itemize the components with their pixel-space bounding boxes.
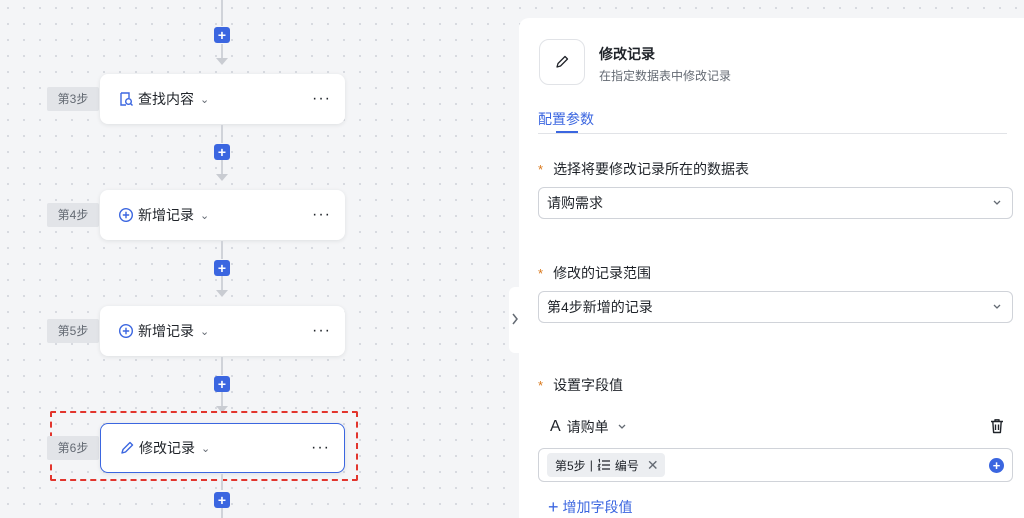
step-card-6[interactable]: 修改记录 ⌄ ··· bbox=[100, 423, 345, 473]
add-step-button[interactable]: + bbox=[214, 144, 230, 160]
delete-icon[interactable] bbox=[988, 417, 1006, 435]
step-tag: 第6步 bbox=[47, 436, 99, 460]
chevron-down-icon[interactable]: ⌄ bbox=[200, 325, 209, 338]
step-title: 查找内容 bbox=[138, 91, 194, 107]
step-tag: 第5步 bbox=[47, 319, 99, 343]
table-select[interactable]: 请购需求 bbox=[538, 187, 1013, 219]
table-label: * 选择将要修改记录所在的数据表 bbox=[538, 159, 749, 179]
pencil-icon bbox=[556, 55, 569, 68]
chevron-right-icon bbox=[512, 313, 518, 325]
field-value-input[interactable]: 第5步 | 编号 ✕ + bbox=[538, 448, 1013, 482]
arrow-down-icon bbox=[216, 290, 228, 297]
step-tag: 第3步 bbox=[47, 87, 99, 111]
field-selector[interactable]: A 请购单 bbox=[550, 417, 627, 437]
connector-line bbox=[221, 508, 223, 518]
step-title: 新增记录 bbox=[138, 207, 194, 223]
pencil-icon bbox=[119, 440, 135, 456]
connector-line bbox=[221, 0, 223, 26]
panel-subtitle: 在指定数据表中修改记录 bbox=[599, 69, 732, 83]
range-label: * 修改的记录范围 bbox=[538, 263, 651, 283]
connector-line bbox=[221, 474, 223, 490]
connector-line bbox=[221, 357, 223, 375]
more-options-icon[interactable]: ··· bbox=[312, 206, 331, 224]
more-options-icon[interactable]: ··· bbox=[311, 439, 330, 457]
plus-circle-icon bbox=[118, 323, 134, 339]
arrow-down-icon bbox=[216, 174, 228, 181]
fields-label: * 设置字段值 bbox=[538, 375, 623, 395]
add-field-value-button[interactable]: + 增加字段值 bbox=[548, 497, 633, 517]
range-select[interactable]: 第4步新增的记录 bbox=[538, 291, 1013, 323]
step-tag: 第4步 bbox=[47, 203, 99, 227]
connector-line bbox=[221, 241, 223, 259]
reference-chip[interactable]: 第5步 | 编号 ✕ bbox=[547, 453, 665, 477]
connector-line bbox=[221, 125, 223, 143]
more-options-icon[interactable]: ··· bbox=[312, 322, 331, 340]
text-type-icon: A bbox=[550, 418, 561, 435]
panel-icon bbox=[539, 39, 585, 85]
required-mark: * bbox=[538, 162, 544, 177]
add-step-button[interactable]: + bbox=[214, 492, 230, 508]
chevron-down-icon[interactable]: ⌄ bbox=[201, 442, 210, 455]
tab-config-params[interactable]: 配置参数 bbox=[538, 109, 594, 129]
plus-icon: + bbox=[548, 497, 559, 517]
chevron-down-icon bbox=[993, 304, 1001, 309]
range-select-value: 第4步新增的记录 bbox=[547, 299, 653, 315]
connector-line bbox=[221, 392, 223, 406]
search-record-icon bbox=[118, 91, 134, 107]
arrow-down-icon bbox=[216, 58, 228, 65]
field-name: 请购单 bbox=[566, 419, 609, 435]
connector-line bbox=[221, 276, 223, 290]
remove-chip-icon[interactable]: ✕ bbox=[647, 457, 659, 474]
more-options-icon[interactable]: ··· bbox=[312, 90, 331, 108]
insert-variable-button[interactable]: + bbox=[989, 458, 1004, 473]
step-card-3[interactable]: 查找内容 ⌄ ··· bbox=[100, 74, 345, 124]
chevron-down-icon bbox=[618, 424, 626, 429]
connector-line bbox=[221, 160, 223, 174]
table-select-value: 请购需求 bbox=[547, 195, 603, 211]
numbered-list-icon bbox=[597, 458, 610, 471]
connector-line bbox=[221, 44, 223, 58]
step-card-5[interactable]: 新增记录 ⌄ ··· bbox=[100, 306, 345, 356]
chevron-down-icon[interactable]: ⌄ bbox=[200, 93, 209, 106]
config-panel: 修改记录 在指定数据表中修改记录 配置参数 * 选择将要修改记录所在的数据表 请购… bbox=[519, 18, 1024, 518]
chip-field: 编号 bbox=[614, 458, 639, 473]
step-title: 新增记录 bbox=[138, 323, 194, 339]
add-step-button[interactable]: + bbox=[214, 260, 230, 276]
add-step-button[interactable]: + bbox=[214, 376, 230, 392]
tab-divider bbox=[538, 133, 1007, 134]
panel-title: 修改记录 bbox=[599, 46, 655, 62]
fields-label-text: 设置字段值 bbox=[553, 377, 624, 393]
add-step-button[interactable]: + bbox=[214, 27, 230, 43]
step-card-4[interactable]: 新增记录 ⌄ ··· bbox=[100, 190, 345, 240]
chevron-down-icon[interactable]: ⌄ bbox=[200, 209, 209, 222]
required-mark: * bbox=[538, 378, 544, 393]
plus-circle-icon bbox=[118, 207, 134, 223]
range-label-text: 修改的记录范围 bbox=[553, 265, 652, 281]
required-mark: * bbox=[538, 266, 544, 281]
add-field-label: 增加字段值 bbox=[562, 499, 633, 515]
step-title: 修改记录 bbox=[139, 440, 195, 456]
table-label-text: 选择将要修改记录所在的数据表 bbox=[553, 161, 750, 177]
chip-separator: | bbox=[589, 458, 593, 472]
chevron-down-icon bbox=[993, 200, 1001, 205]
chip-step: 第5步 bbox=[555, 458, 586, 473]
